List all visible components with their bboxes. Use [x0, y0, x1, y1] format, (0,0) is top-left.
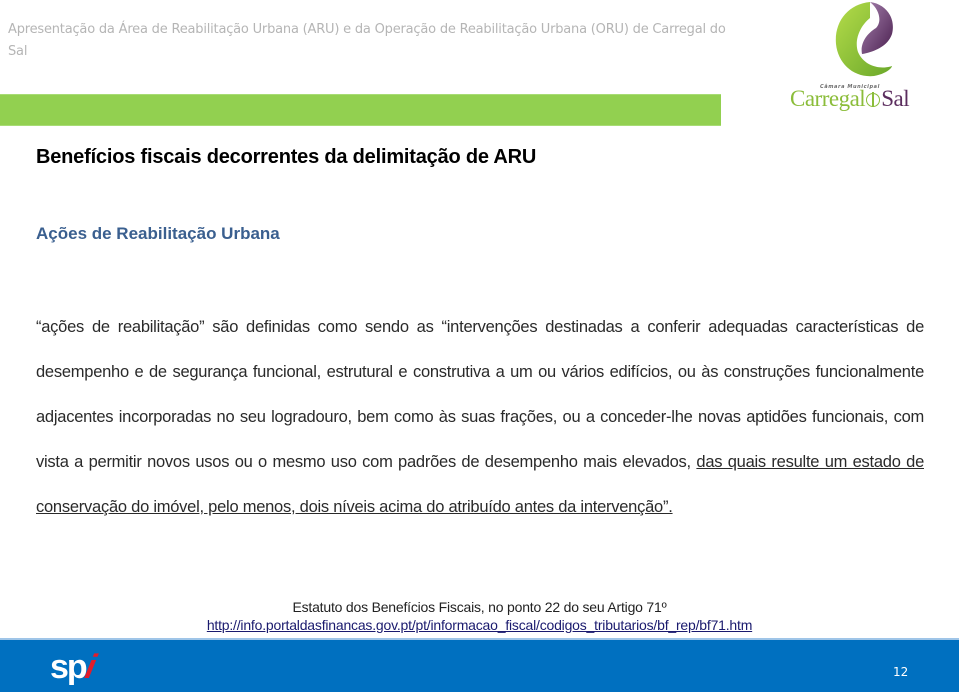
spi-logo-main: sp — [50, 648, 88, 686]
body-text-plain: “ações de reabilitação” são definidas co… — [36, 318, 924, 471]
body-paragraph: “ações de reabilitação” são definidas co… — [36, 305, 924, 530]
slide-title: Benefícios fiscais decorrentes da delimi… — [36, 146, 537, 168]
municipality-name: Carregal Sal — [790, 86, 910, 112]
footer-bar: spi 12 — [0, 638, 959, 692]
presentation-title: Apresentação da Área de Reabilitação Urb… — [8, 22, 726, 59]
municipality-logo: Câmara Municipal Carregal Sal — [786, 0, 936, 120]
slide-subtitle: Ações de Reabilitação Urbana — [36, 224, 280, 243]
carregal-emblem-icon — [835, 2, 893, 77]
municipality-name-sal: Sal — [881, 86, 910, 111]
spi-logo: spi — [50, 648, 97, 686]
header-accent-bar — [0, 94, 721, 126]
municipality-name-carregal: Carregal — [790, 86, 866, 111]
citation-link[interactable]: http://info.portaldasfinancas.gov.pt/pt/… — [0, 616, 959, 634]
citation-source: Estatuto dos Benefícios Fiscais, no pont… — [292, 599, 667, 615]
page-number: 12 — [893, 665, 909, 679]
logo-do-mark — [866, 92, 881, 107]
citation: Estatuto dos Benefícios Fiscais, no pont… — [0, 598, 959, 634]
